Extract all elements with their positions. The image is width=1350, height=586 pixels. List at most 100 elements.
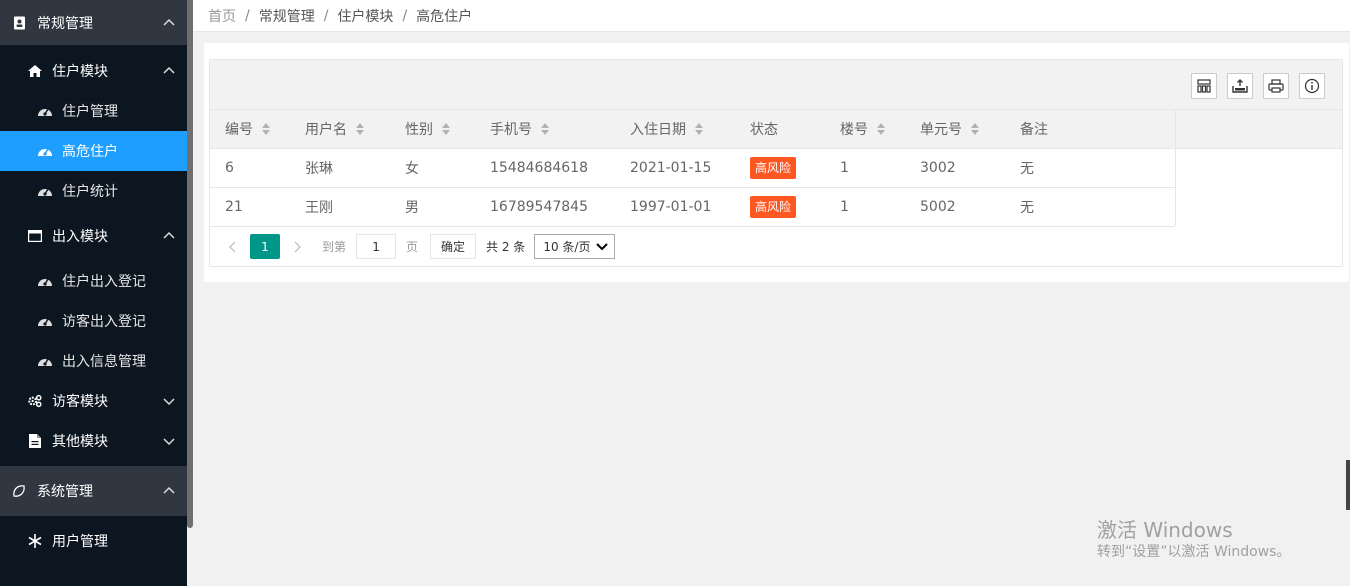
status-badge: 高风险 [750,157,797,179]
cell-date: 1997-01-01 [630,199,712,215]
sort-icon[interactable] [876,122,886,136]
home-icon [28,64,42,78]
content-card: 编号 用户名 性别 手机号 入住日期 状态 楼号 单元号 备注 6 张琳 女 1… [204,43,1349,282]
cell-unit: 3002 [920,160,956,176]
sidebar-item-label: 住户统计 [62,184,118,200]
address-book-icon [12,16,26,30]
sidebar-item-access-info[interactable]: 出入信息管理 [0,341,187,381]
chevron-up-icon [163,486,175,494]
goto-label: 到第 [322,240,347,254]
cell-status: 高风险 [735,188,825,226]
page-scrollbar-edge [1346,460,1350,510]
chevron-down-icon [596,243,609,251]
dashboard-icon [37,274,53,288]
prev-page-button[interactable] [222,237,242,257]
table-row[interactable]: 21 王刚 男 16789547845 1997-01-01 高风险 1 500… [210,188,1175,227]
cell-gender: 男 [405,200,419,216]
sidebar-item-label: 出入信息管理 [62,354,146,370]
info-button[interactable] [1299,73,1325,99]
sort-icon[interactable] [441,122,451,136]
cell-unit: 5002 [920,199,956,215]
sidebar-scrollbar[interactable] [187,0,193,586]
sidebar-item-label: 住户管理 [62,104,118,120]
column-header-note: 备注 [1020,122,1048,138]
sidebar-module-label: 访客模块 [52,394,108,410]
dashboard-icon [37,144,53,158]
sidebar-group-label: 系统管理 [37,484,93,500]
columns-filter-button[interactable] [1191,73,1217,99]
sidebar-group-system[interactable]: 系统管理 [0,466,187,516]
file-icon [28,434,42,448]
sort-icon[interactable] [694,122,704,136]
sort-icon[interactable] [355,122,365,136]
export-icon [1232,79,1248,93]
sidebar-item-high-risk[interactable]: 高危住户 [0,131,187,171]
leaf-icon [12,484,26,498]
table-row[interactable]: 6 张琳 女 15484684618 2021-01-15 高风险 1 3002… [210,149,1175,188]
export-button[interactable] [1227,73,1253,99]
dashboard-icon [37,104,53,118]
cell-note: 无 [1020,200,1034,216]
sidebar-item-resident-stats[interactable]: 住户统计 [0,171,187,211]
chevron-down-icon [163,398,175,406]
sort-icon[interactable] [970,122,980,136]
sidebar-group-label: 常规管理 [37,15,93,32]
columns-filter-icon [1197,79,1211,93]
next-page-button[interactable] [288,237,308,257]
sidebar-item-label: 住户出入登记 [62,274,146,290]
cell-note: 无 [1020,161,1034,177]
cell-username: 王刚 [305,200,333,216]
scrollbar-thumb[interactable] [187,0,193,528]
breadcrumb-resident-module[interactable]: 住户模块 [337,6,393,26]
column-header-gender[interactable]: 性别 [390,110,475,148]
breadcrumb-regular[interactable]: 常规管理 [259,6,315,26]
column-divider [1175,110,1176,226]
page-size-select[interactable]: 10 条/页 [534,234,616,259]
cell-username: 张琳 [305,161,333,177]
status-badge: 高风险 [750,196,797,218]
sidebar-item-label: 高危住户 [62,144,118,160]
window-icon [28,229,42,243]
sidebar-module-resident[interactable]: 住户模块 [0,51,187,91]
page-input[interactable]: 1 [356,234,397,259]
cell-phone: 15484684618 [490,160,588,176]
sidebar-item-resident-manage[interactable]: 住户管理 [0,91,187,131]
sort-icon[interactable] [261,122,271,136]
sidebar-module-other[interactable]: 其他模块 [0,421,187,461]
sidebar: 常规管理 住户模块 住户管理 高危住户 住户统计 出入模块 住户出入登记 访客出… [0,0,187,586]
sort-icon[interactable] [540,122,550,136]
sidebar-item-user-manage[interactable]: 用户管理 [0,516,187,566]
sidebar-module-visitor[interactable]: 访客模块 [0,381,187,421]
pagination: 1 到第 1 页 确定 共 2 条 10 条/页 [210,227,1342,266]
sidebar-module-label: 出入模块 [52,229,108,245]
gears-icon [28,394,42,408]
breadcrumb: 首页 / 常规管理 / 住户模块 / 高危住户 [193,0,1350,32]
activation-watermark-subtitle: 转到“设置”以激活 Windows。 [1097,544,1291,560]
column-header-date[interactable]: 入住日期 [615,110,735,148]
column-header-id[interactable]: 编号 [210,110,290,148]
snowflake-icon [28,534,42,548]
chevron-left-icon [229,241,236,252]
sidebar-item-resident-access[interactable]: 住户出入登记 [0,261,187,301]
column-header-building[interactable]: 楼号 [825,110,905,148]
breadcrumb-home[interactable]: 首页 [208,6,236,26]
breadcrumb-current: 高危住户 [416,8,473,25]
column-header-status: 状态 [750,122,778,138]
cell-id: 6 [225,160,234,176]
column-header-username[interactable]: 用户名 [290,110,390,148]
sidebar-module-label: 住户模块 [52,64,108,80]
sidebar-item-visitor-access[interactable]: 访客出入登记 [0,301,187,341]
sidebar-item-label: 用户管理 [52,534,108,550]
sidebar-group-regular[interactable]: 常规管理 [0,0,187,45]
sidebar-module-access[interactable]: 出入模块 [0,211,187,261]
data-table: 编号 用户名 性别 手机号 入住日期 状态 楼号 单元号 备注 6 张琳 女 1… [209,59,1343,267]
print-button[interactable] [1263,73,1289,99]
page-size-value: 10 条/页 [543,240,591,254]
column-header-phone[interactable]: 手机号 [475,110,615,148]
print-icon [1268,79,1284,93]
cell-id: 21 [225,199,243,215]
dashboard-icon [37,314,53,328]
confirm-button[interactable]: 确定 [430,234,477,259]
column-header-unit[interactable]: 单元号 [905,110,1005,148]
page-current[interactable]: 1 [250,234,280,259]
